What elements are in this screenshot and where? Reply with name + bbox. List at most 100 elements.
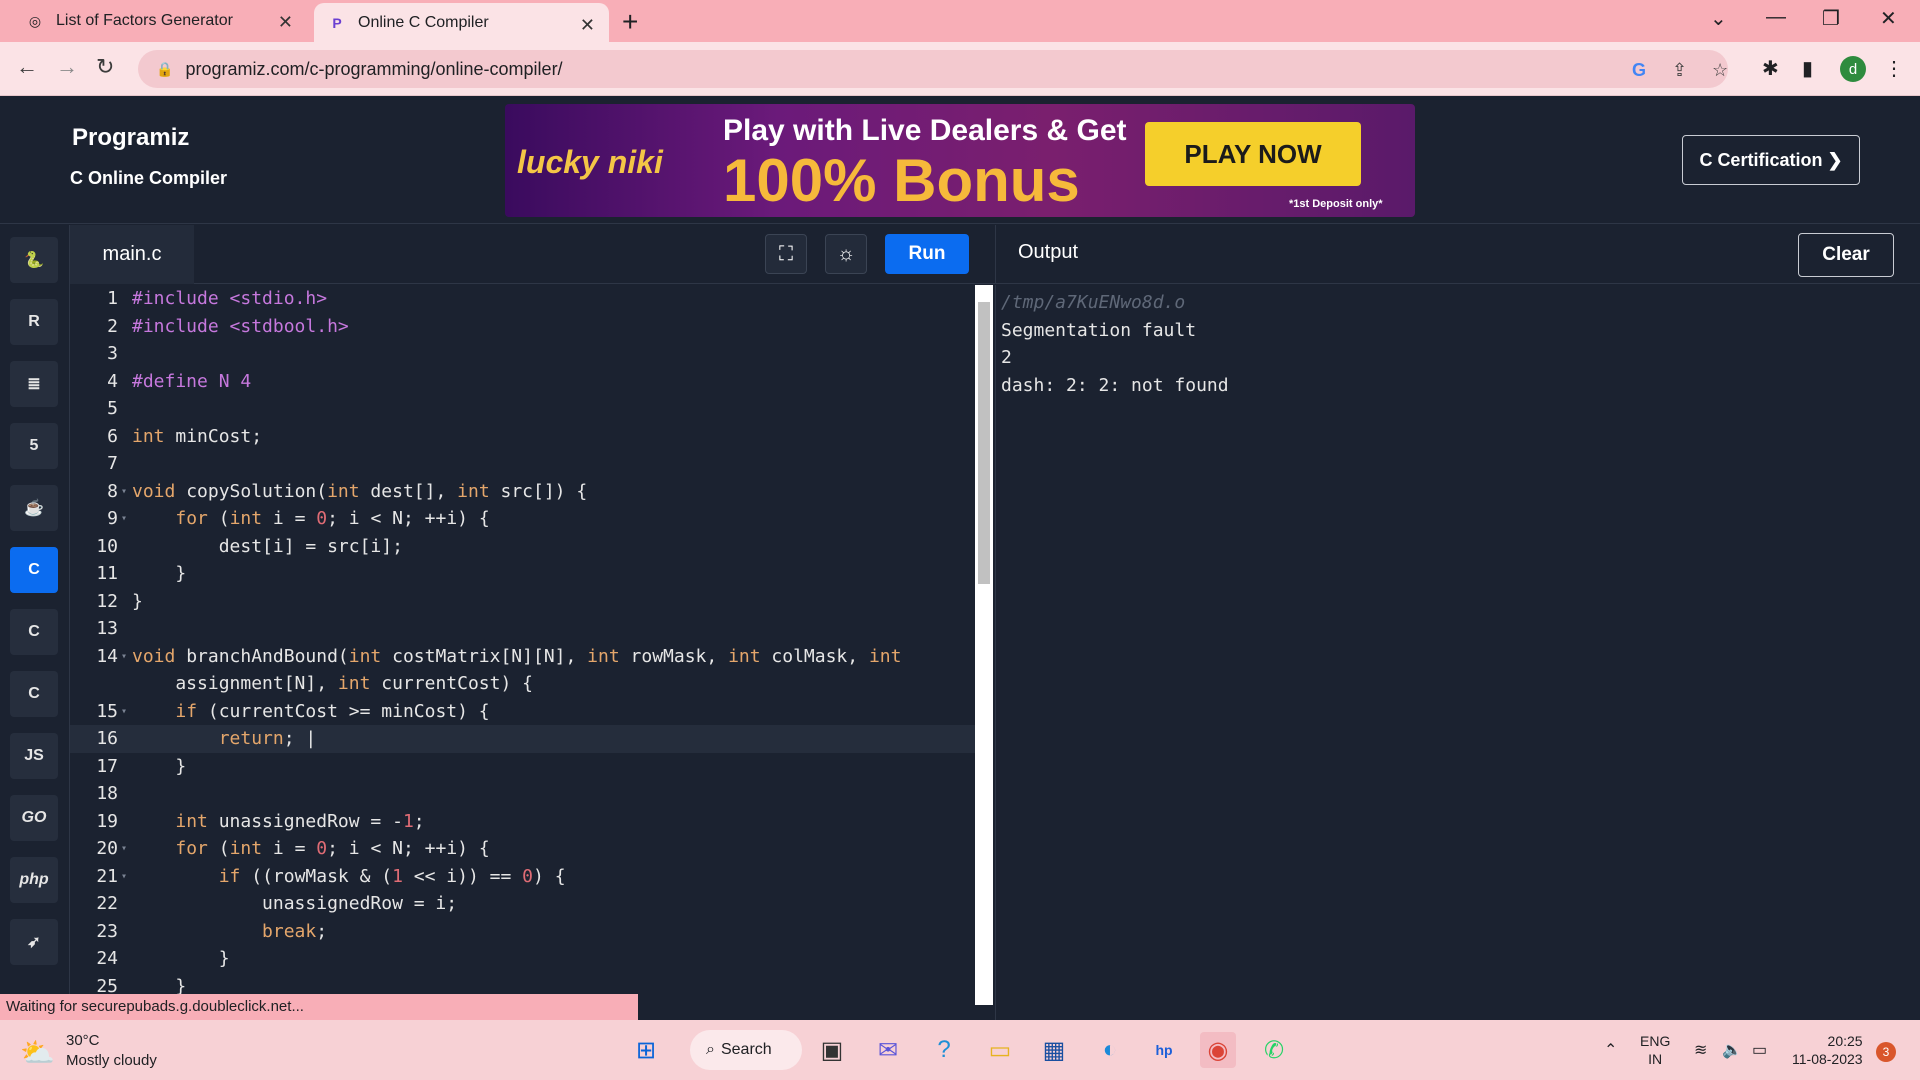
edge-browser-icon[interactable]: ◐ [1092, 1032, 1128, 1068]
weather-description[interactable]: Mostly cloudy [66, 1052, 157, 1069]
address-bar[interactable]: 🔒 programiz.com/c-programming/online-com… [138, 50, 1728, 88]
sql-icon[interactable]: ≣ [10, 361, 58, 407]
clear-button[interactable]: Clear [1798, 233, 1894, 277]
code-line[interactable]: 4 #define N 4 [70, 368, 975, 396]
restore-icon[interactable]: ❐ [1822, 6, 1840, 31]
code-line[interactable]: 6 int minCost; [70, 423, 975, 451]
code-line[interactable]: 10 dest[i] = src[i]; [70, 533, 975, 561]
volume-icon[interactable]: 🔈 [1722, 1040, 1742, 1060]
weather-cloud-sun-icon[interactable]: ⛅ [20, 1036, 55, 1069]
taskbar-clock[interactable]: 20:25 11-08-2023 [1792, 1032, 1863, 1068]
csharp-icon[interactable]: C [10, 671, 58, 717]
fold-arrow-icon[interactable]: ▾ [118, 871, 132, 882]
go-icon[interactable]: GO [10, 795, 58, 841]
code-line[interactable]: 9 ▾ for (int i = 0; i < N; ++i) { [70, 505, 975, 533]
code-line[interactable]: 11 } [70, 560, 975, 588]
side-panel-icon[interactable]: ▮ [1802, 56, 1813, 81]
extensions-icon[interactable]: ✱ [1762, 56, 1779, 81]
myhp-icon[interactable]: hp [1146, 1032, 1182, 1068]
fold-arrow-icon[interactable]: ▾ [118, 486, 132, 497]
code-line[interactable]: 19 int unassignedRow = -1; [70, 808, 975, 836]
programiz-logo[interactable]: Programiz [72, 124, 189, 152]
microsoft-store-icon[interactable]: ▦ [1036, 1032, 1072, 1068]
forward-icon[interactable]: → [56, 54, 78, 80]
code-line[interactable]: 14 ▾ void branchAndBound(int costMatrix[N]… [70, 643, 975, 671]
php-icon[interactable]: php [10, 857, 58, 903]
fullscreen-icon[interactable]: ⛶ [765, 234, 807, 274]
code-line[interactable]: 23 break; [70, 918, 975, 946]
google-icon[interactable]: G [1632, 60, 1646, 81]
fold-arrow-icon[interactable]: ▾ [118, 706, 132, 717]
theme-toggle-sun-icon[interactable]: ☼ [825, 234, 867, 274]
new-tab-button[interactable]: + [622, 6, 638, 38]
teams-chat-icon[interactable]: ✉ [870, 1032, 906, 1068]
fold-arrow-icon[interactable]: ▾ [118, 651, 132, 662]
editor-scrollbar-thumb[interactable] [978, 302, 990, 584]
code-editor[interactable]: 1 #include <stdio.h> 2 #include <stdbool.h>… [70, 285, 975, 1020]
close-tab-icon[interactable]: ✕ [278, 12, 293, 33]
profile-avatar[interactable]: d [1840, 56, 1866, 82]
chrome-icon[interactable]: ◉ [1200, 1032, 1236, 1068]
code-line[interactable]: 21 ▾ if ((rowMask & (1 << i)) == 0) { [70, 863, 975, 891]
file-tab-main-c[interactable]: main.c [70, 225, 194, 284]
r-icon[interactable]: R [10, 299, 58, 345]
notification-badge[interactable]: 3 [1876, 1042, 1896, 1062]
code-line[interactable]: 18 [70, 780, 975, 808]
code-text: for (int i = 0; i < N; ++i) { [175, 508, 490, 530]
javascript-icon[interactable]: JS [10, 733, 58, 779]
code-line[interactable]: 15 ▾ if (currentCost >= minCost) { [70, 698, 975, 726]
reload-icon[interactable]: ↻ [96, 54, 114, 80]
minimize-icon[interactable]: — [1766, 6, 1786, 29]
code-line[interactable]: 24 } [70, 945, 975, 973]
show-hidden-icons-chevron-icon[interactable]: ⌃ [1604, 1040, 1617, 1060]
share-icon[interactable]: ⇪ [1672, 60, 1687, 81]
c-icon[interactable]: C [10, 547, 58, 593]
swift-icon[interactable]: ➶ [10, 919, 58, 965]
tab-list-of-factors[interactable]: ◎ List of Factors Generator ✕ [12, 0, 307, 42]
menu-kebab-icon[interactable]: ⋮ [1884, 56, 1904, 81]
code-line[interactable]: 3 [70, 340, 975, 368]
java-icon[interactable]: ☕ [10, 485, 58, 531]
code-line[interactable]: assignment[N], int currentCost) { [70, 670, 975, 698]
python-icon[interactable]: 🐍 [10, 237, 58, 283]
html-icon[interactable]: 5 [10, 423, 58, 469]
code-line[interactable]: 17 } [70, 753, 975, 781]
cpp-icon[interactable]: C [10, 609, 58, 655]
help-icon[interactable]: ? [926, 1032, 962, 1068]
language-indicator[interactable]: ENG IN [1640, 1032, 1670, 1068]
c-certification-button[interactable]: C Certification ❯ [1682, 135, 1860, 185]
code-line[interactable]: 8 ▾ void copySolution(int dest[], int src[… [70, 478, 975, 506]
code-line[interactable]: 1 #include <stdio.h> [70, 285, 975, 313]
whatsapp-icon[interactable]: ✆ [1256, 1032, 1292, 1068]
task-view-icon[interactable]: ▣ [814, 1032, 850, 1068]
ad-play-now-button[interactable]: PLAY NOW [1145, 122, 1361, 186]
back-icon[interactable]: ← [16, 54, 38, 80]
code-text: #include <stdio.h> [132, 288, 328, 310]
code-line[interactable]: 12} [70, 588, 975, 616]
code-line[interactable]: 16 return; | [70, 725, 975, 753]
tab-search-icon[interactable]: ⌄ [1710, 6, 1727, 31]
code-line[interactable]: 5 [70, 395, 975, 423]
wifi-icon[interactable]: ≋ [1694, 1040, 1707, 1060]
code-line[interactable]: 13 [70, 615, 975, 643]
weather-temperature[interactable]: 30°C [66, 1032, 100, 1049]
battery-icon[interactable]: ▭ [1752, 1040, 1767, 1060]
windows-start-icon[interactable]: ⊞ [628, 1032, 664, 1068]
code-line[interactable]: 22 unassignedRow = i; [70, 890, 975, 918]
close-window-icon[interactable]: ✕ [1880, 6, 1897, 31]
code-line[interactable]: 7 [70, 450, 975, 478]
close-tab-icon[interactable]: ✕ [580, 15, 595, 36]
tab-online-c-compiler[interactable]: P Online C Compiler ✕ [314, 3, 609, 42]
code-line[interactable]: 20 ▾ for (int i = 0; i < N; ++i) { [70, 835, 975, 863]
fold-arrow-icon[interactable]: ▾ [118, 843, 132, 854]
output-console[interactable]: /tmp/a7KuENwo8d.o Segmentation fault 2 d… [995, 285, 1920, 1020]
fold-arrow-icon[interactable]: ▾ [118, 513, 132, 524]
code-line[interactable]: 2 #include <stdbool.h> [70, 313, 975, 341]
lock-icon[interactable]: 🔒 [156, 61, 173, 78]
region-code: IN [1648, 1051, 1663, 1067]
taskbar-search[interactable]: ⌕ Search [690, 1030, 802, 1070]
run-button[interactable]: Run [885, 234, 969, 274]
bookmark-star-icon[interactable]: ☆ [1712, 60, 1728, 81]
file-explorer-icon[interactable]: ▭ [982, 1032, 1018, 1068]
advertisement-banner[interactable]: lucky niki Play with Live Dealers & Get … [505, 104, 1415, 217]
